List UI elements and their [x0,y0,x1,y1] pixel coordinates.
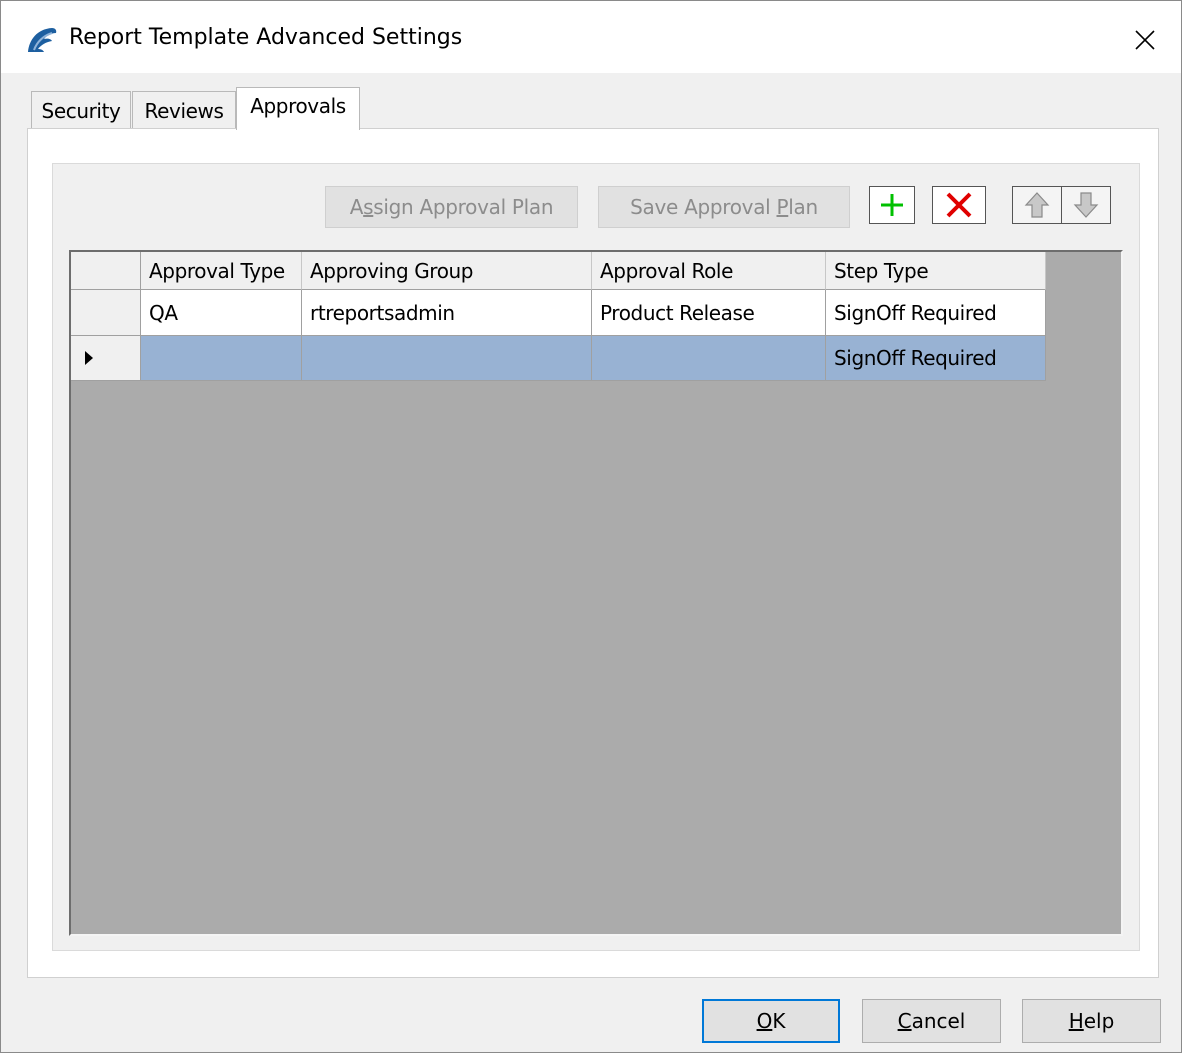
cell-step-type[interactable]: SignOff Required [826,290,1046,336]
add-step-button[interactable] [869,186,915,224]
tab-reviews[interactable]: Reviews [132,91,236,129]
move-up-button[interactable] [1012,186,1062,224]
column-header-approval-type[interactable]: Approval Type [141,252,302,290]
tab-approvals[interactable]: Approvals [236,87,360,130]
help-label-post: elp [1083,1009,1115,1033]
current-row-selector[interactable] [71,336,141,381]
dialog-window: Report Template Advanced Settings Securi… [0,0,1182,1053]
cell-step-type[interactable]: SignOff Required [826,336,1046,381]
cell-approval-role[interactable] [592,336,826,381]
column-header-approval-role[interactable]: Approval Role [592,252,826,290]
ok-label-key: O [756,1009,773,1033]
arrow-up-icon [1024,192,1050,218]
cell-approval-type[interactable] [141,336,302,381]
cancel-label-post: ancel [911,1009,966,1033]
save-label-post: lan [788,195,818,219]
assign-label-key: s [363,195,374,219]
assign-approval-plan-button[interactable]: As sign Approval Plan [325,186,578,228]
delete-step-button[interactable] [932,186,986,224]
help-button[interactable]: Help [1022,999,1161,1043]
table-row[interactable]: QA rtreportsadmin Product Release SignOf… [71,290,1046,336]
ok-label-post: K [772,1009,786,1033]
x-icon [946,192,972,218]
assign-label-post: sign Approval Plan [373,195,554,219]
plus-icon [881,194,903,216]
ok-button[interactable]: OK [702,999,840,1043]
cell-approving-group[interactable] [302,336,592,381]
cell-approval-type[interactable]: QA [141,290,302,336]
close-icon[interactable] [1121,19,1169,61]
column-header-approving-group[interactable]: Approving Group [302,252,592,290]
save-approval-plan-button[interactable]: Save Approval Plan [598,186,850,228]
tab-security[interactable]: Security [31,91,131,129]
help-label-key: H [1068,1009,1084,1033]
grid-header-row: Approval Type Approving Group Approval R… [71,252,1046,290]
approvals-tab-panel: Assign Approval Plan Save Approval Plan [27,128,1159,978]
cancel-label-key: C [897,1009,912,1033]
title-bar: Report Template Advanced Settings [1,1,1181,73]
arrow-down-icon [1073,192,1099,218]
approval-plan-panel: Assign Approval Plan Save Approval Plan [52,163,1140,951]
cell-approval-role[interactable]: Product Release [592,290,826,336]
window-title: Report Template Advanced Settings [69,25,463,50]
app-logo-icon [25,25,59,55]
header-row-selector [71,252,141,290]
cancel-button[interactable]: Cancel [862,999,1001,1043]
assign-label-pre: A [349,195,364,219]
current-row-arrow-icon [85,351,93,365]
cell-approving-group[interactable]: rtreportsadmin [302,290,592,336]
save-label-pre: Save Approval [630,195,777,219]
column-header-step-type[interactable]: Step Type [826,252,1046,290]
approval-steps-grid[interactable]: Approval Type Approving Group Approval R… [69,250,1123,936]
row-selector[interactable] [71,290,141,336]
save-label-key: P [776,195,789,219]
move-down-button[interactable] [1061,186,1111,224]
table-row-selected[interactable]: SignOff Required [71,336,1046,381]
